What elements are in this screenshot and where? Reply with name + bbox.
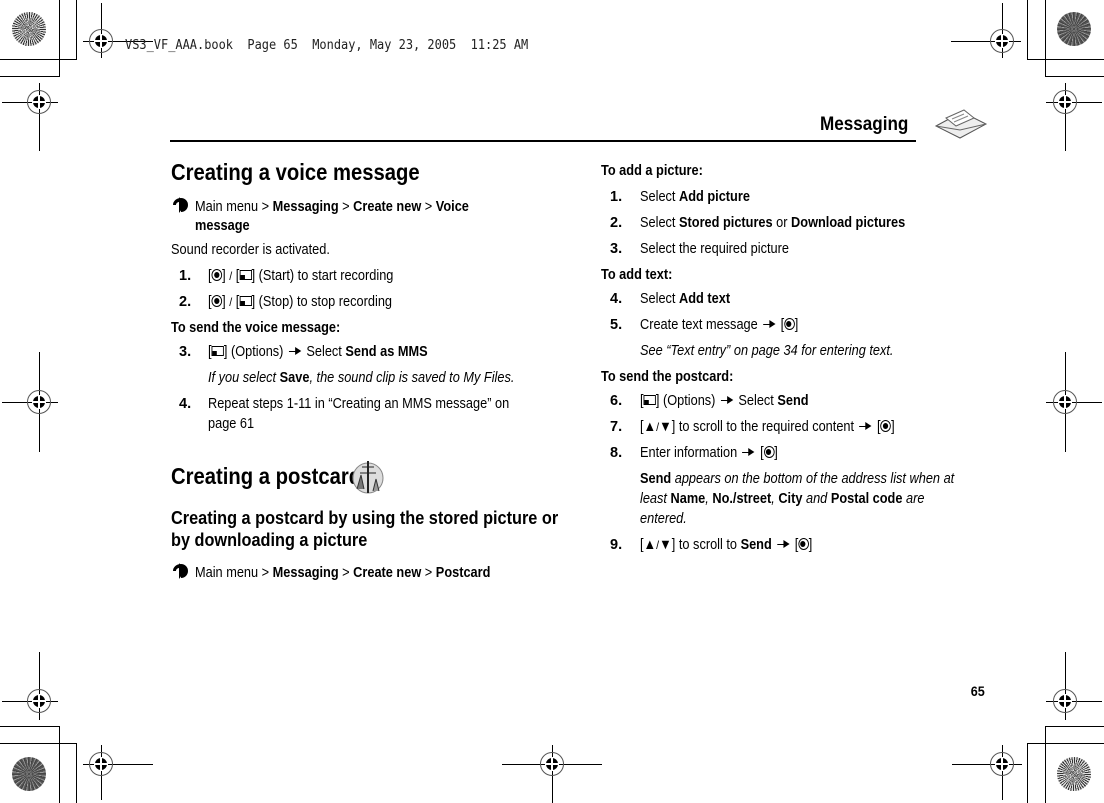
ok-key-icon [880,420,892,432]
add-text-heading: To add text: [601,267,673,283]
shortcut-arrow-icon [173,197,188,213]
crop-line [1045,76,1104,77]
registration-target-icon [990,29,1014,53]
arrow-right-icon [859,422,872,430]
registration-target-icon [1053,689,1077,713]
registration-target-icon [27,689,51,713]
ok-key-icon [211,295,223,307]
voice-intro: Sound recorder is activated. [171,242,330,258]
softkey-icon [239,296,252,306]
nav-up-icon: ▲ [643,419,657,435]
crop-line [76,0,77,60]
arrow-right-icon [763,320,776,328]
color-rosette-icon [12,12,46,46]
nav-down-icon: ▼ [659,419,672,435]
crop-line [0,726,60,727]
postcard-subheading-line2: by downloading a picture [171,529,368,550]
header-rule [170,140,916,142]
arrow-right-icon [288,347,302,355]
crop-line [1027,59,1104,60]
crop-line [59,726,60,803]
envelope-icon [934,109,988,139]
registration-target-icon [27,90,51,114]
step-5-note: See “Text entry” on page 34 for entering… [640,343,894,359]
send-postcard-heading: To send the postcard: [601,369,734,385]
crop-line [1027,743,1104,744]
postcard-globe-icon [352,461,384,494]
crop-line [1027,743,1028,803]
crop-line [0,76,60,77]
registration-target-icon [540,752,564,776]
registration-target-icon [27,390,51,414]
registration-target-icon [89,29,113,53]
arrow-right-icon [742,448,755,456]
postcard-menu-path: Main menu > Messaging > Create new > Pos… [171,563,490,583]
voice-menu-path: Main menu > Messaging > Create new > Voi… [171,197,469,217]
color-rosette-icon [12,757,46,791]
ok-key-icon [211,269,223,281]
crop-line [1045,726,1104,727]
shortcut-arrow-icon [173,563,188,579]
crop-line [1027,0,1028,60]
softkey-icon [211,346,224,356]
ok-key-icon [763,446,775,458]
voice-message-heading: Creating a voice message [171,159,420,185]
crop-line [0,743,77,744]
ok-key-icon [784,318,795,330]
add-picture-heading: To add a picture: [601,163,703,179]
softkey-icon [643,395,656,405]
arrow-right-icon [720,396,734,404]
crop-line [59,0,60,77]
crop-line [76,743,77,803]
nav-down-icon: ▼ [659,537,672,553]
step-8-note: Send appears on the bottom of the addres… [640,471,955,527]
page-number: 65 [970,683,985,699]
section-title: Messaging [820,114,909,135]
ok-key-icon [798,538,809,550]
arrow-right-icon [777,540,790,548]
print-slug: VS3_VF_AAA.book Page 65 Monday, May 23, … [125,38,529,53]
send-voice-heading: To send the voice message: [171,320,341,336]
registration-target-icon [1053,90,1077,114]
nav-up-icon: ▲ [643,537,657,553]
step-3-note: If you select Save, the sound clip is sa… [208,370,515,386]
color-rosette-icon [1057,757,1091,791]
registration-target-icon [89,752,113,776]
crop-line [0,59,77,60]
crop-line [1045,726,1046,803]
registration-target-icon [1053,390,1077,414]
registration-target-icon [990,752,1014,776]
softkey-icon [239,270,252,280]
menu-path-continued: message [195,218,250,234]
postcard-subheading: Creating a postcard by using the stored … [171,507,559,528]
crop-line [1045,0,1046,77]
color-rosette-icon [1057,12,1091,46]
